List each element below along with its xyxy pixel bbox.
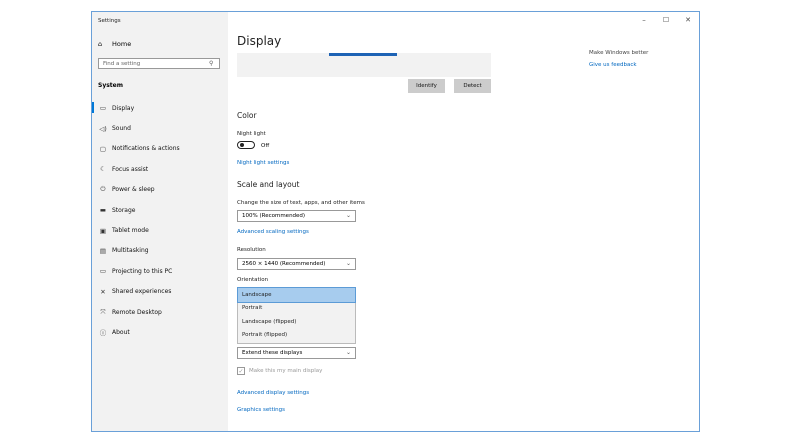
sidebar-item-label: Projecting to this PC (112, 267, 173, 275)
nav-list: ▭ Display ◁) Sound ▢ Notifications & act… (92, 98, 228, 343)
orientation-option-landscape[interactable]: Landscape (237, 287, 356, 303)
sidebar-item-about[interactable]: ⓘ About (92, 322, 228, 342)
resolution-label: Resolution (237, 247, 266, 253)
projector-icon: ▭ (99, 267, 107, 276)
resolution-dropdown[interactable]: 2560 × 1440 (Recommended) ⌄ (237, 258, 356, 270)
sidebar-item-label: Focus assist (112, 165, 149, 173)
search-icon: ⚲ (209, 60, 214, 67)
home-icon: ⌂ (98, 40, 103, 48)
orientation-dropdown-menu: Landscape Portrait Landscape (flipped) P… (237, 287, 356, 344)
sidebar-item-label: Tablet mode (112, 227, 149, 235)
night-light-label: Night light (237, 131, 266, 137)
sidebar-item-display[interactable]: ▭ Display (92, 98, 228, 118)
sidebar-item-notifications[interactable]: ▢ Notifications & actions (92, 139, 228, 159)
main-display-label: Make this my main display (249, 368, 323, 374)
nav-home-label: Home (112, 40, 132, 48)
make-windows-better-text: Make Windows better (589, 50, 649, 56)
section-label: System (98, 82, 123, 89)
page-title: Display (237, 34, 282, 48)
sidebar-item-tablet-mode[interactable]: ▣ Tablet mode (92, 220, 228, 240)
multiple-displays-dropdown[interactable]: Extend these displays ⌄ (237, 347, 356, 359)
identify-button[interactable]: Identify (408, 79, 445, 93)
sidebar-item-power[interactable]: ⏻ Power & sleep (92, 180, 228, 200)
nav-home[interactable]: ⌂ Home (98, 40, 131, 48)
notification-icon: ▢ (99, 144, 107, 153)
sidebar-item-projecting[interactable]: ▭ Projecting to this PC (92, 261, 228, 281)
scale-label: Change the size of text, apps, and other… (237, 200, 365, 206)
main-display-checkbox[interactable]: ✓ (237, 367, 245, 375)
display-preview[interactable] (237, 53, 491, 77)
search-input[interactable]: Find a setting ⚲ (98, 58, 220, 69)
night-light-toggle[interactable] (237, 141, 255, 149)
scale-heading: Scale and layout (237, 180, 300, 189)
main-content: Display Make Windows better Give us feed… (228, 12, 699, 431)
sidebar-item-label: Power & sleep (112, 186, 155, 194)
power-icon: ⏻ (100, 185, 106, 194)
sidebar-item-label: Shared experiences (112, 288, 172, 296)
orientation-option-portrait-flipped[interactable]: Portrait (flipped) (238, 329, 355, 343)
remote-icon: ⤧ (100, 307, 106, 316)
sidebar-item-label: Remote Desktop (112, 308, 162, 316)
advanced-scaling-link[interactable]: Advanced scaling settings (237, 229, 309, 235)
resolution-value: 2560 × 1440 (Recommended) (242, 261, 326, 267)
sidebar-item-label: Sound (112, 125, 131, 133)
chevron-down-icon: ⌄ (345, 260, 351, 267)
sidebar-item-label: Notifications & actions (112, 145, 180, 153)
shared-icon: ✕ (100, 287, 106, 296)
multitasking-icon: ▤ (99, 246, 107, 255)
scale-dropdown[interactable]: 100% (Recommended) ⌄ (237, 210, 356, 222)
moon-icon: ☾ (100, 165, 106, 174)
window-title: Settings (98, 18, 121, 24)
tablet-icon: ▣ (99, 226, 107, 235)
sidebar-item-storage[interactable]: ▬ Storage (92, 200, 228, 220)
orientation-label: Orientation (237, 277, 269, 283)
monitor-preview-bar (329, 53, 397, 56)
search-placeholder: Find a setting (103, 60, 141, 67)
feedback-link[interactable]: Give us feedback (589, 62, 637, 68)
orientation-option-landscape-flipped[interactable]: Landscape (flipped) (238, 315, 355, 329)
storage-icon: ▬ (99, 206, 107, 215)
sidebar-item-label: Multitasking (112, 247, 149, 255)
info-icon: ⓘ (99, 329, 107, 338)
color-heading: Color (237, 111, 257, 120)
detect-button[interactable]: Detect (454, 79, 491, 93)
scale-value: 100% (Recommended) (242, 213, 306, 219)
sidebar-item-focus-assist[interactable]: ☾ Focus assist (92, 159, 228, 179)
sidebar-item-multitasking[interactable]: ▤ Multitasking (92, 241, 228, 261)
sidebar-item-label: About (112, 328, 130, 336)
speaker-icon: ◁) (99, 124, 107, 133)
sidebar-item-remote-desktop[interactable]: ⤧ Remote Desktop (92, 302, 228, 322)
night-light-state: Off (261, 143, 270, 149)
sidebar-item-sound[interactable]: ◁) Sound (92, 118, 228, 138)
graphics-settings-link[interactable]: Graphics settings (237, 407, 285, 413)
sidebar: Settings ⌂ Home Find a setting ⚲ System … (92, 12, 228, 431)
advanced-display-link[interactable]: Advanced display settings (237, 390, 309, 396)
chevron-down-icon: ⌄ (345, 212, 351, 219)
sidebar-item-shared-experiences[interactable]: ✕ Shared experiences (92, 282, 228, 302)
monitor-icon: ▭ (99, 104, 107, 113)
night-light-settings-link[interactable]: Night light settings (237, 160, 289, 166)
settings-window: Settings ⌂ Home Find a setting ⚲ System … (91, 11, 700, 432)
multiple-displays-value: Extend these displays (242, 350, 303, 356)
orientation-option-portrait[interactable]: Portrait (238, 302, 355, 316)
chevron-down-icon: ⌄ (345, 349, 351, 356)
sidebar-item-label: Storage (112, 206, 136, 214)
sidebar-item-label: Display (112, 104, 135, 112)
